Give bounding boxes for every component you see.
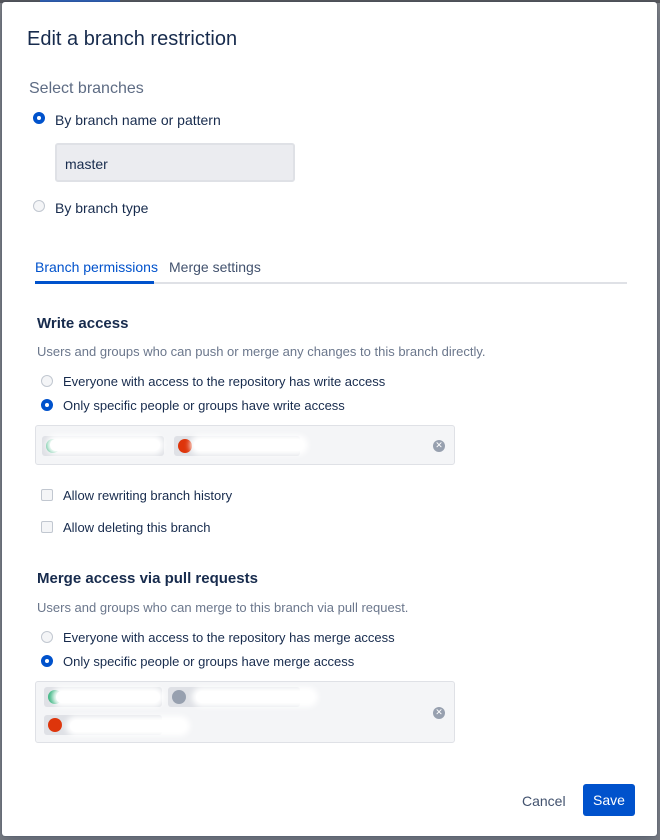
merge-access-description: Users and groups who can merge to this b… bbox=[37, 600, 409, 615]
radio-branch-type-label[interactable]: By branch type bbox=[55, 200, 148, 216]
write-access-heading: Write access bbox=[37, 315, 129, 332]
clear-icon[interactable]: ✕ bbox=[433, 440, 445, 452]
save-button[interactable]: Save bbox=[583, 784, 635, 816]
redaction bbox=[194, 439, 304, 451]
avatar bbox=[48, 718, 62, 732]
redaction bbox=[56, 691, 160, 703]
merge-access-heading: Merge access via pull requests bbox=[37, 570, 258, 587]
checkbox-allow-rewrite[interactable] bbox=[41, 489, 53, 501]
redaction bbox=[196, 691, 314, 703]
branch-restriction-dialog: Edit a branch restriction Select branche… bbox=[2, 2, 657, 836]
radio-write-specific[interactable] bbox=[41, 399, 53, 411]
radio-branch-pattern-label[interactable]: By branch name or pattern bbox=[55, 112, 221, 128]
branch-pattern-input[interactable]: master bbox=[55, 143, 295, 182]
clear-icon[interactable]: ✕ bbox=[433, 707, 445, 719]
radio-branch-type[interactable] bbox=[33, 200, 45, 212]
radio-branch-pattern[interactable] bbox=[33, 112, 45, 124]
radio-write-everyone-label[interactable]: Everyone with access to the repository h… bbox=[63, 374, 385, 389]
avatar bbox=[178, 439, 192, 453]
radio-write-specific-label[interactable]: Only specific people or groups have writ… bbox=[63, 398, 345, 413]
radio-write-everyone[interactable] bbox=[41, 375, 53, 387]
active-tab-indicator bbox=[35, 281, 154, 284]
redaction bbox=[70, 720, 186, 732]
select-branches-heading: Select branches bbox=[29, 80, 144, 97]
redaction bbox=[50, 439, 160, 451]
write-access-user-picker[interactable]: ✕ bbox=[35, 425, 455, 465]
radio-merge-specific-label[interactable]: Only specific people or groups have merg… bbox=[63, 654, 354, 669]
merge-access-user-picker[interactable]: ✕ bbox=[35, 681, 455, 743]
checkbox-allow-delete[interactable] bbox=[41, 521, 53, 533]
tab-merge-settings[interactable]: Merge settings bbox=[169, 259, 261, 275]
avatar bbox=[172, 690, 186, 704]
cancel-button[interactable]: Cancel bbox=[522, 793, 566, 809]
radio-merge-everyone-label[interactable]: Everyone with access to the repository h… bbox=[63, 630, 395, 645]
allow-rewrite-label[interactable]: Allow rewriting branch history bbox=[63, 488, 232, 503]
dialog-title: Edit a branch restriction bbox=[27, 28, 238, 50]
write-access-description: Users and groups who can push or merge a… bbox=[37, 344, 486, 359]
allow-delete-label[interactable]: Allow deleting this branch bbox=[63, 520, 210, 535]
tab-branch-permissions[interactable]: Branch permissions bbox=[35, 259, 158, 275]
radio-merge-everyone[interactable] bbox=[41, 631, 53, 643]
radio-merge-specific[interactable] bbox=[41, 655, 53, 667]
